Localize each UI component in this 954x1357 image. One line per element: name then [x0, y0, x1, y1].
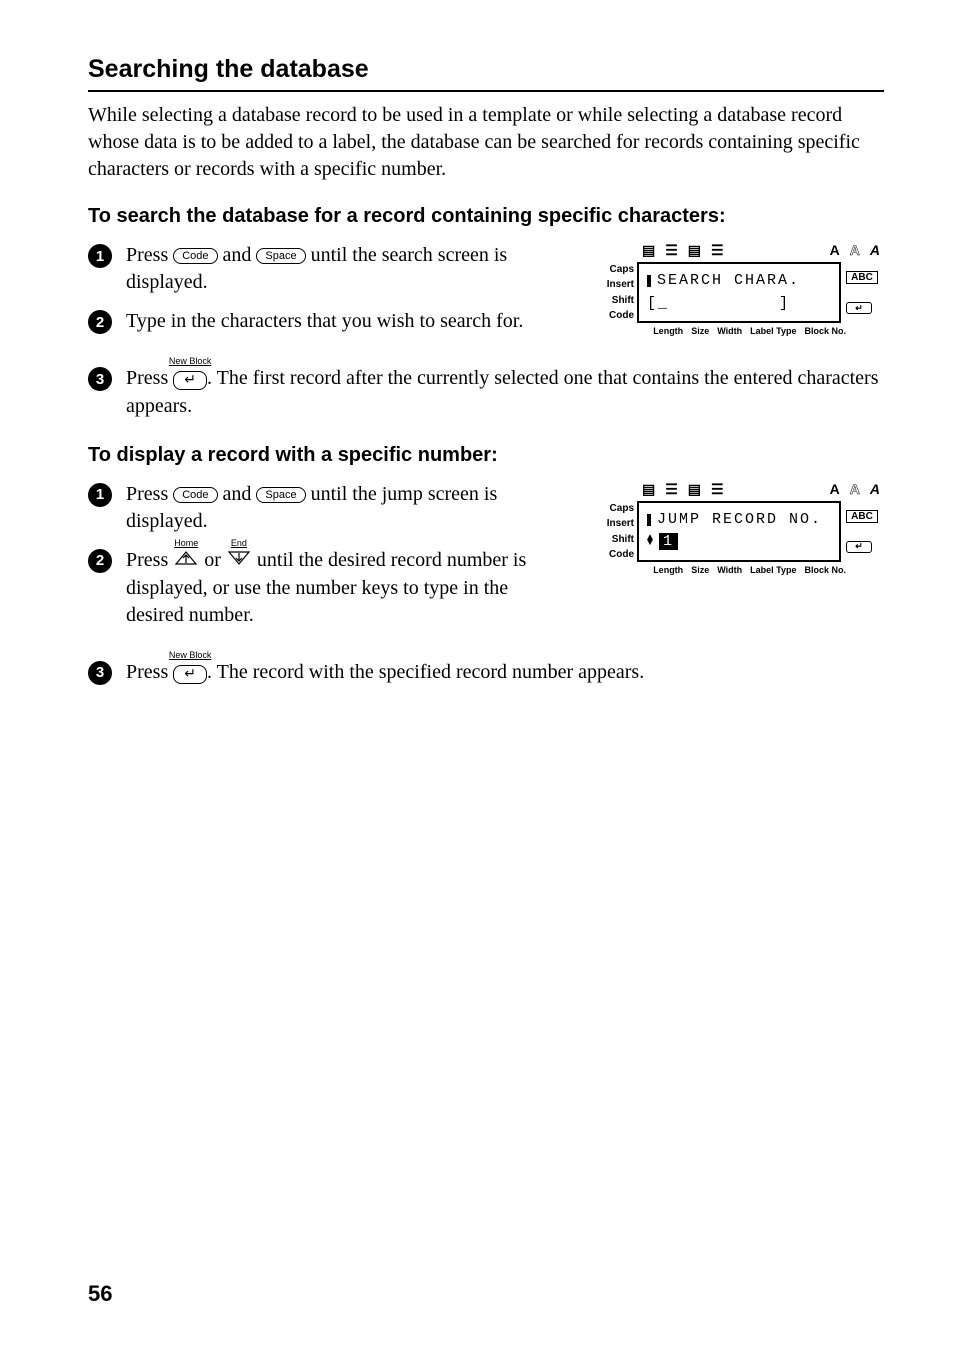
updown-arrow-icon: ▲▼: [647, 536, 655, 546]
align-left-icon: ▤: [642, 481, 655, 498]
cursor-icon: [647, 275, 651, 287]
step-b1: 1 Press Code and Space until the jump sc…: [88, 481, 570, 535]
lcd-label-blockno: Block No.: [804, 326, 846, 336]
step-a3-text-a: Press: [126, 367, 173, 389]
newblock-label: New Block: [169, 355, 212, 367]
lcd-label-size: Size: [691, 565, 709, 575]
lcd-label-shift: Shift: [594, 534, 634, 545]
code-key-icon: Code: [173, 248, 217, 264]
align-left-icon: ▤: [642, 242, 655, 259]
lcd-label-insert: Insert: [594, 279, 634, 290]
align-justify-icon: ☰: [711, 242, 724, 259]
lcd-illustration-search: ▤ ☰ ▤ ☰ A A A Caps Insert Shift Code: [594, 242, 884, 336]
lcd-label-labeltype: Label Type: [750, 326, 796, 336]
step-a1-text-b: and: [218, 244, 257, 266]
lcd-label-size: Size: [691, 326, 709, 336]
lcd-label-blockno: Block No.: [804, 565, 846, 575]
lcd-screen: SEARCH CHARA. [_ ]: [637, 262, 841, 323]
font-a-italic-icon: A: [870, 481, 880, 498]
step-b2: 2 Press Home or End until the desired re…: [88, 547, 570, 629]
lcd-label-length: Length: [653, 326, 683, 336]
step-number-icon: 2: [88, 549, 112, 573]
lcd-label-caps: Caps: [594, 264, 634, 275]
lcd-label-length: Length: [653, 565, 683, 575]
arrow-up-key-icon: [173, 549, 199, 567]
step-a3: 3 Press New Block↵. The first record aft…: [88, 365, 884, 420]
cursor-icon: [647, 514, 651, 526]
lcd-label-code: Code: [594, 549, 634, 560]
step-a1: 1 Press Code and Space until the search …: [88, 242, 570, 296]
align-center-icon: ☰: [665, 242, 678, 259]
return-key-icon: ↵: [173, 371, 207, 391]
step-b3-text-a: Press: [126, 661, 173, 683]
end-label: End: [231, 537, 247, 549]
align-justify-icon: ☰: [711, 481, 724, 498]
space-key-icon: Space: [256, 487, 305, 503]
step-number-icon: 3: [88, 661, 112, 685]
lcd-selected-number: 1: [659, 533, 678, 550]
step-number-icon: 3: [88, 367, 112, 391]
step-b2-text-a: Press: [126, 549, 173, 571]
return-key-icon: ↵: [173, 665, 207, 685]
newblock-label: New Block: [169, 649, 212, 661]
font-a-italic-icon: A: [870, 242, 880, 259]
page-number: 56: [88, 1281, 112, 1307]
lcd-illustration-jump: ▤ ☰ ▤ ☰ A A A Caps Insert Shift Code: [594, 481, 884, 575]
lcd-label-shift: Shift: [594, 295, 634, 306]
lcd-label-labeltype: Label Type: [750, 565, 796, 575]
font-a-outline-icon: A: [850, 481, 860, 498]
arrow-down-key-icon: [226, 549, 252, 567]
align-right-icon: ▤: [688, 242, 701, 259]
lcd-bracket-open: [: [647, 295, 658, 312]
intro-paragraph: While selecting a database record to be …: [88, 102, 884, 183]
lcd-label-width: Width: [717, 326, 742, 336]
lcd-label-width: Width: [717, 565, 742, 575]
step-b1-text-a: Press: [126, 483, 173, 505]
step-a2-text: Type in the characters that you wish to …: [126, 308, 523, 335]
step-a2: 2 Type in the characters that you wish t…: [88, 308, 570, 335]
code-key-icon: Code: [173, 487, 217, 503]
step-b3-text-b: . The record with the specified record n…: [207, 661, 644, 683]
space-key-icon: Space: [256, 248, 305, 264]
step-b1-text-b: and: [218, 483, 257, 505]
step-number-icon: 2: [88, 310, 112, 334]
lcd-label-caps: Caps: [594, 503, 634, 514]
title-rule: [88, 90, 884, 92]
subheading-jump-number: To display a record with a specific numb…: [88, 444, 884, 467]
lcd-line1: SEARCH CHARA.: [657, 270, 800, 293]
lcd-line1: JUMP RECORD NO.: [657, 509, 822, 532]
step-b3: 3 Press New Block↵. The record with the …: [88, 659, 884, 687]
font-a-bold-icon: A: [830, 242, 840, 259]
font-a-bold-icon: A: [830, 481, 840, 498]
lcd-abc-icon: ABC: [846, 271, 878, 284]
lcd-abc-icon: ABC: [846, 510, 878, 523]
lcd-return-icon: ↵: [846, 541, 872, 553]
align-center-icon: ☰: [665, 481, 678, 498]
font-a-outline-icon: A: [850, 242, 860, 259]
lcd-bracket-close: ]: [779, 295, 790, 312]
subheading-search-chars: To search the database for a record cont…: [88, 205, 884, 228]
step-a3-text-b: . The first record after the currently s…: [126, 367, 879, 417]
step-number-icon: 1: [88, 244, 112, 268]
step-number-icon: 1: [88, 483, 112, 507]
lcd-label-insert: Insert: [594, 518, 634, 529]
section-title: Searching the database: [88, 55, 884, 84]
lcd-return-icon: ↵: [846, 302, 872, 314]
step-a1-text-a: Press: [126, 244, 173, 266]
align-right-icon: ▤: [688, 481, 701, 498]
step-b2-text-b: or: [199, 549, 226, 571]
home-label: Home: [174, 537, 198, 549]
lcd-label-code: Code: [594, 310, 634, 321]
lcd-screen: JUMP RECORD NO. ▲▼ 1: [637, 501, 841, 562]
